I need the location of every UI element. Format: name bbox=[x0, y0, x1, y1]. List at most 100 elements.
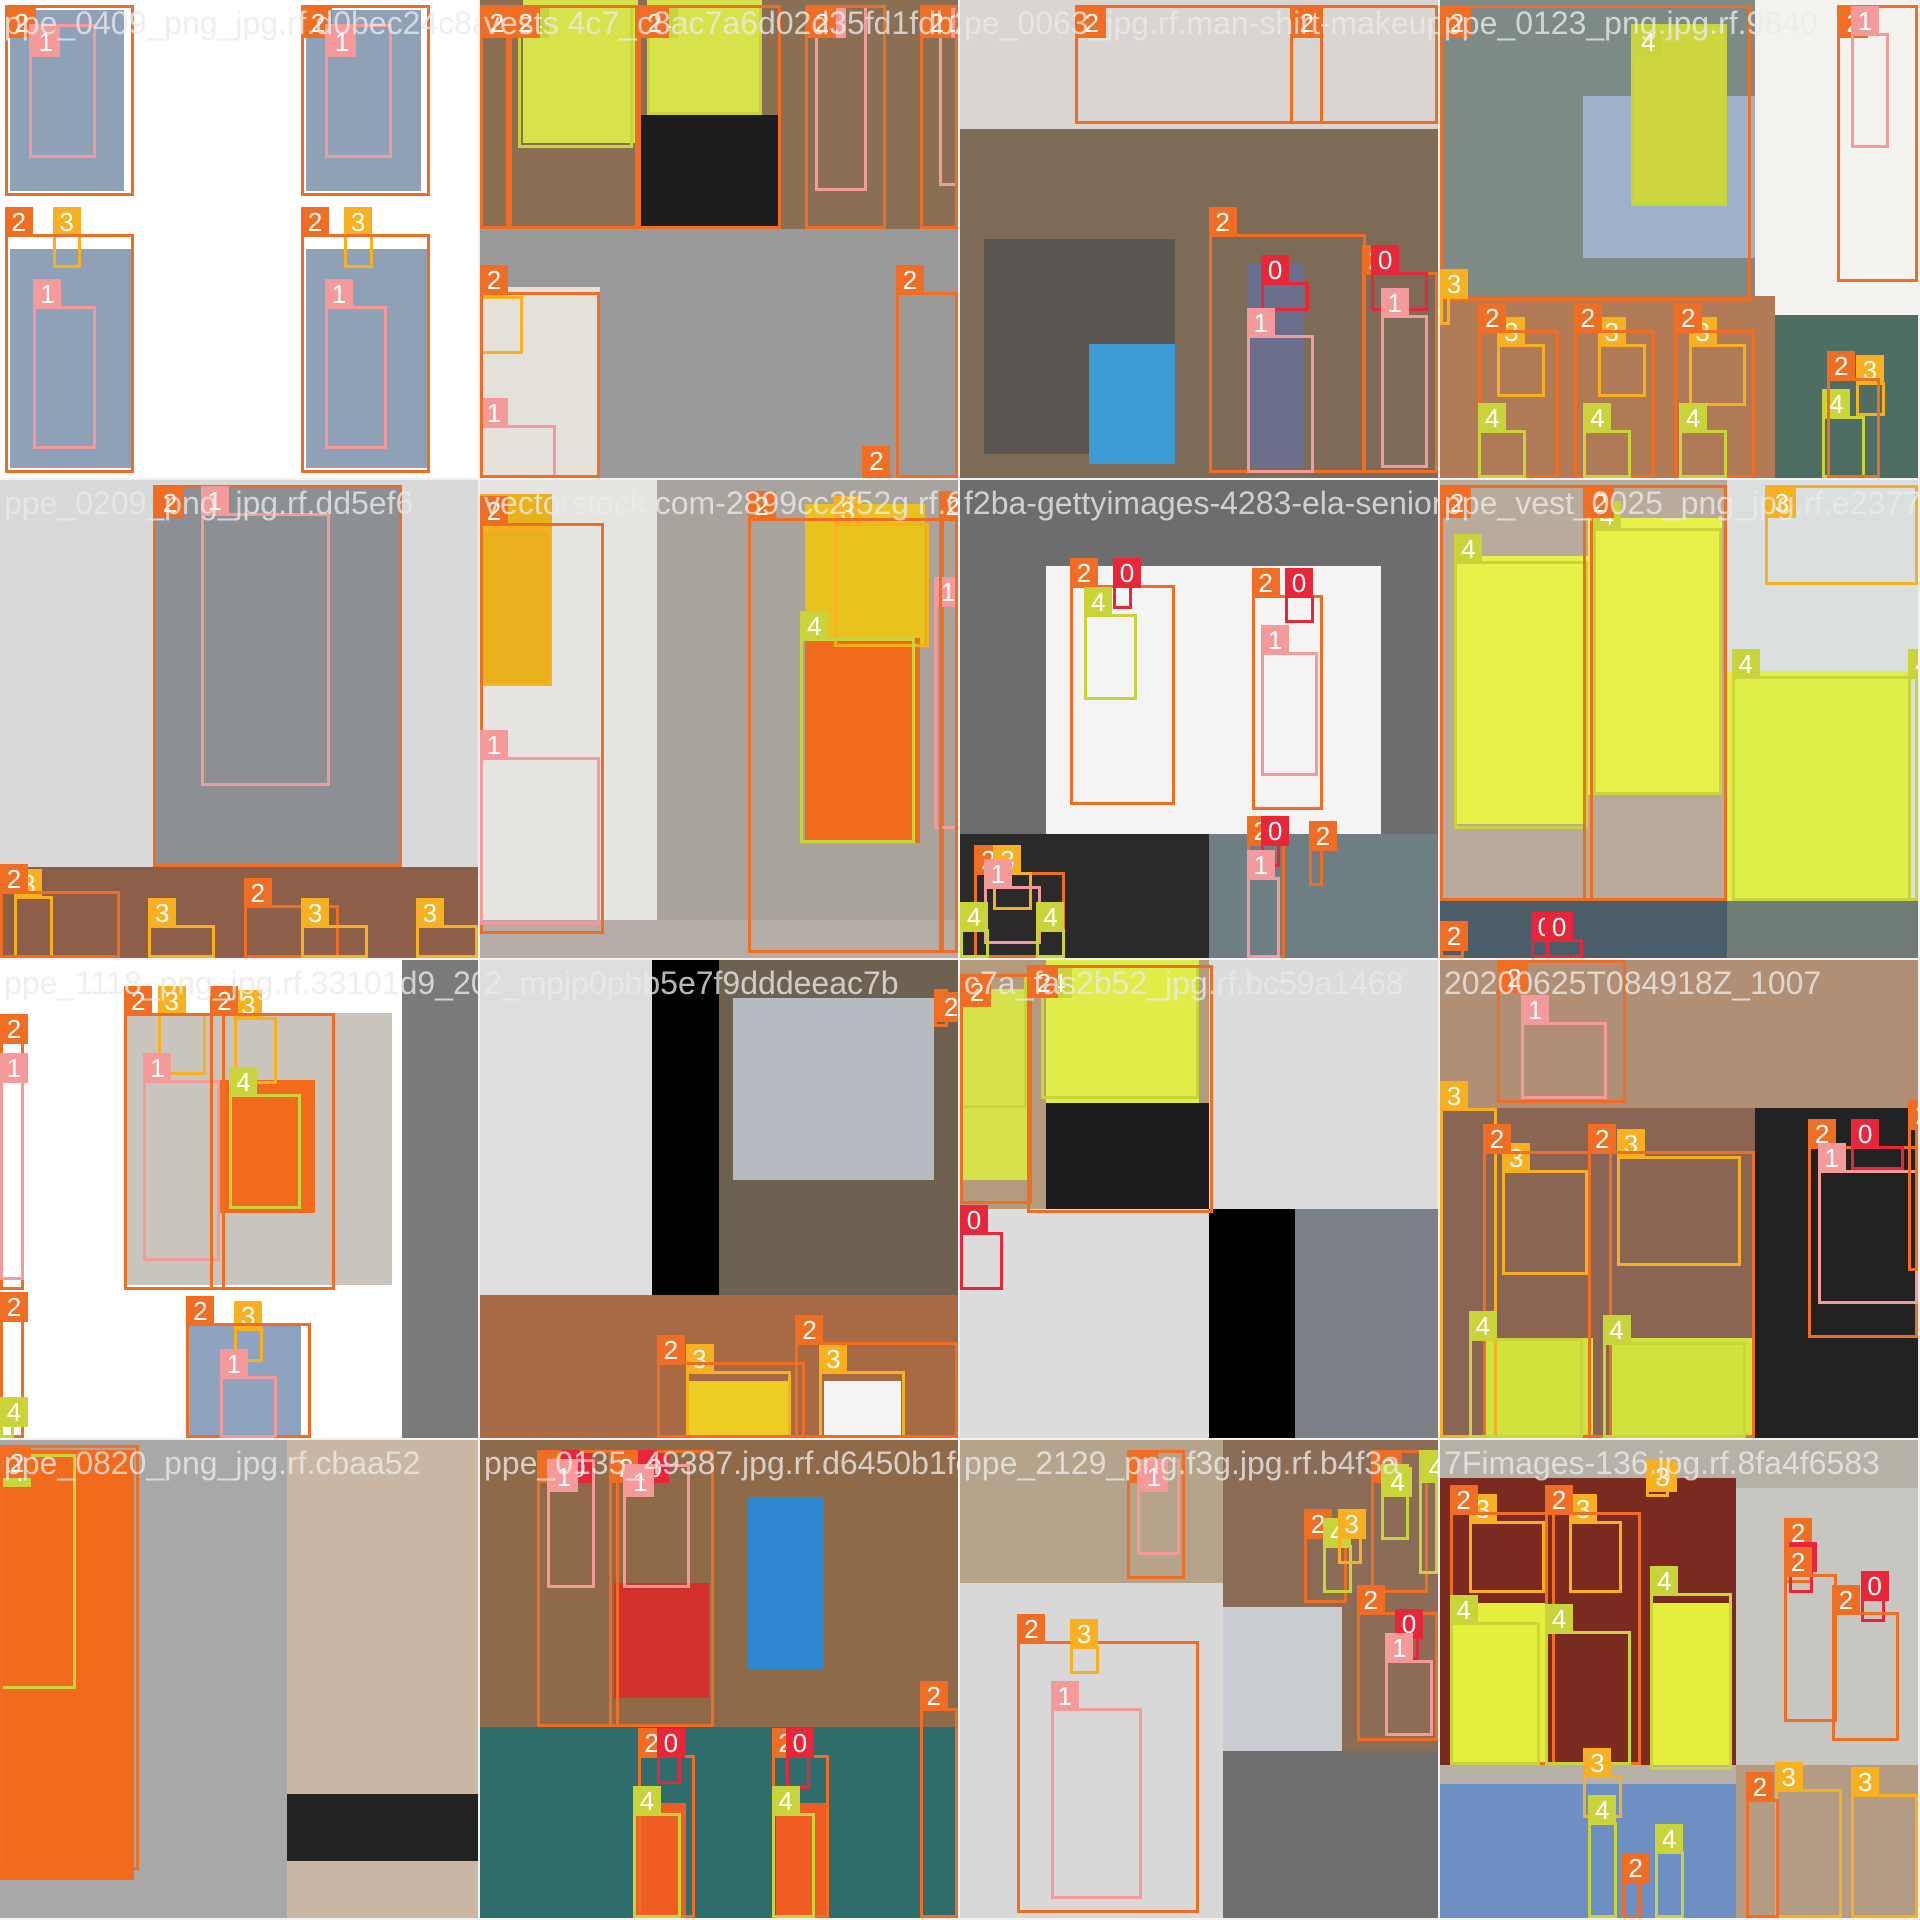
bounding-box: 1 bbox=[480, 730, 600, 925]
bounding-box: 2 bbox=[747, 491, 944, 954]
bounding-box: 1 bbox=[1246, 849, 1281, 958]
class-label: 1 bbox=[1851, 6, 1880, 37]
class-label: 4 bbox=[1731, 648, 1760, 679]
bounding-box: 4 bbox=[1908, 648, 1918, 901]
tile-filename: 20200625T084918Z_1007 bbox=[1444, 965, 1822, 1001]
class-label: 4 bbox=[960, 902, 988, 933]
mosaic-tile: ppe_0209_png_jpg.rf.dd5ef6 2 1 3 2 3 2 3 3 bbox=[0, 480, 480, 960]
class-label: 2 bbox=[186, 1296, 215, 1327]
bounding-box: 2 bbox=[1583, 484, 1727, 901]
class-label: 4 bbox=[1679, 403, 1707, 434]
mosaic-tile: 2_mpjp0pbb5e7f9dddeeac7b 2 3 2 3 2 bbox=[480, 960, 960, 1440]
mosaic-tile: ppe_0123_png.jpg.rf.98404221333322244434… bbox=[1440, 0, 1920, 480]
class-label: 0 bbox=[656, 1728, 685, 1759]
tile-filename: 7Fimages-136.jpg.rf.8fa4f6583 bbox=[1444, 1445, 1880, 1481]
class-label: 2 bbox=[1069, 558, 1098, 589]
class-label: 0 bbox=[1261, 816, 1290, 847]
tile-filename: ppe_0123_png.jpg.rf.9840 bbox=[1444, 5, 1818, 41]
class-label: 3 bbox=[415, 897, 444, 928]
scene-region bbox=[652, 960, 719, 1295]
class-label: 4 bbox=[1545, 1604, 1574, 1635]
class-label: 4 bbox=[1084, 586, 1113, 617]
class-label: 0 bbox=[960, 1205, 988, 1236]
class-label: 4 bbox=[1908, 648, 1918, 679]
class-label: 0 bbox=[1112, 558, 1141, 589]
mosaic-tile: vectorstock.com-2899cc2f52g rf.653232134… bbox=[480, 480, 960, 960]
class-label: 2 bbox=[243, 878, 272, 909]
bounding-box: 2 bbox=[210, 985, 335, 1290]
bounding-box: 0 bbox=[785, 1728, 814, 1789]
mosaic-tile: c7a_fas2b52_jpg.rf.bc59a146842420 bbox=[960, 960, 1440, 1440]
tile-filename: ppe_0209_png_jpg.rf.dd5ef6 bbox=[4, 485, 414, 521]
class-label: 1 bbox=[0, 1052, 28, 1083]
bounding-box: 1 bbox=[325, 278, 388, 450]
class-label: 4 bbox=[1421, 1452, 1438, 1483]
bounding-box: 4 bbox=[1478, 403, 1527, 478]
mosaic-tile: ppe_0820_png_jpg.rf.cbaa5242 bbox=[0, 1440, 480, 1920]
class-label: 2 bbox=[301, 207, 330, 238]
class-label: 2 bbox=[1588, 1124, 1617, 1155]
bounding-box: 4 bbox=[1602, 1315, 1746, 1438]
class-label: 2 bbox=[0, 1014, 28, 1045]
scene-region bbox=[733, 998, 935, 1180]
class-label: 2 bbox=[1440, 921, 1468, 952]
class-label: 4 bbox=[0, 1396, 28, 1427]
bounding-box: 2 bbox=[0, 1444, 139, 1871]
bounding-box: 4 bbox=[1583, 403, 1632, 478]
class-label: 4 bbox=[1478, 403, 1507, 434]
bounding-box: 2 bbox=[1026, 964, 1214, 1214]
class-label: 0 bbox=[785, 1728, 814, 1759]
bounding-box: 0 bbox=[1851, 1119, 1904, 1171]
bounding-box: 2 bbox=[656, 1334, 806, 1438]
bounding-box: 4 bbox=[1036, 902, 1066, 958]
class-label: 2 bbox=[1017, 1613, 1046, 1644]
scene-region bbox=[1294, 1208, 1438, 1438]
class-label: 4 bbox=[1602, 1315, 1631, 1346]
bounding-box: 4 bbox=[1655, 1824, 1684, 1918]
scene-region bbox=[1222, 1607, 1343, 1751]
bounding-box: 0 bbox=[1545, 911, 1584, 958]
tile-filename: ppe_0820_png_jpg.rf.cbaa52 bbox=[4, 1445, 421, 1481]
bounding-box: 4 bbox=[1468, 1310, 1584, 1438]
class-label: 0 bbox=[1371, 245, 1400, 276]
bounding-box: 2 bbox=[1784, 1546, 1837, 1722]
bounding-box: 4 bbox=[1679, 403, 1727, 478]
class-label: 2 bbox=[1545, 1484, 1574, 1515]
bounding-box: 4 bbox=[1449, 1594, 1541, 1766]
bounding-box: 1 bbox=[1261, 625, 1319, 777]
mosaic-tile: pe_0063_jpg.rf.man-shirt-makeup-zzb22201… bbox=[960, 0, 1440, 480]
bounding-box: 4 bbox=[1650, 1565, 1732, 1770]
class-label: 2 bbox=[937, 991, 958, 1022]
bounding-box: 1 bbox=[1385, 1632, 1434, 1737]
class-label: 4 bbox=[1468, 1310, 1497, 1341]
bounding-box: 2 bbox=[934, 988, 958, 1027]
tile-filename: pe_0063_jpg.rf.man-shirt-makeup-zzb bbox=[964, 5, 1438, 41]
bounding-box: 0 bbox=[656, 1728, 685, 1785]
class-label: 2 bbox=[1308, 821, 1337, 852]
bounding-box: 2 bbox=[1440, 4, 1751, 302]
class-label: 2 bbox=[656, 1334, 685, 1365]
class-label: 1 bbox=[143, 1052, 172, 1083]
bounding-box: 2 bbox=[0, 864, 120, 958]
class-label: 3 bbox=[1337, 1508, 1366, 1539]
bounding-box: 3 bbox=[301, 897, 369, 958]
bounding-box: 1 bbox=[983, 859, 1042, 944]
bounding-box: 2 bbox=[1908, 1100, 1918, 1271]
class-label: 1 bbox=[1246, 307, 1275, 338]
scene-region bbox=[401, 960, 478, 1438]
bounding-box: 2 bbox=[1308, 821, 1337, 887]
mosaic-grid: ppe_0409_png_jpg.rf.d0bec24c8a67a2121321… bbox=[0, 0, 1920, 1920]
bounding-box: 3 bbox=[415, 897, 478, 958]
class-label: 2 bbox=[1745, 1771, 1774, 1802]
bounding-box: 2 bbox=[938, 491, 958, 954]
class-label: 2 bbox=[1449, 1484, 1478, 1515]
class-label: 1 bbox=[33, 278, 62, 309]
class-label: 2 bbox=[1827, 350, 1856, 381]
bounding-box: 4 bbox=[1588, 1795, 1617, 1918]
class-label: 3 bbox=[1851, 1766, 1880, 1797]
class-label: 0 bbox=[1860, 1570, 1889, 1601]
bounding-box: 1 bbox=[143, 1052, 220, 1262]
bounding-box: 4 bbox=[960, 902, 989, 958]
class-label: 2 bbox=[1784, 1546, 1813, 1577]
mosaic-tile: 7Fimages-136.jpg.rf.8fa4f658332323444202… bbox=[1440, 1440, 1920, 1920]
